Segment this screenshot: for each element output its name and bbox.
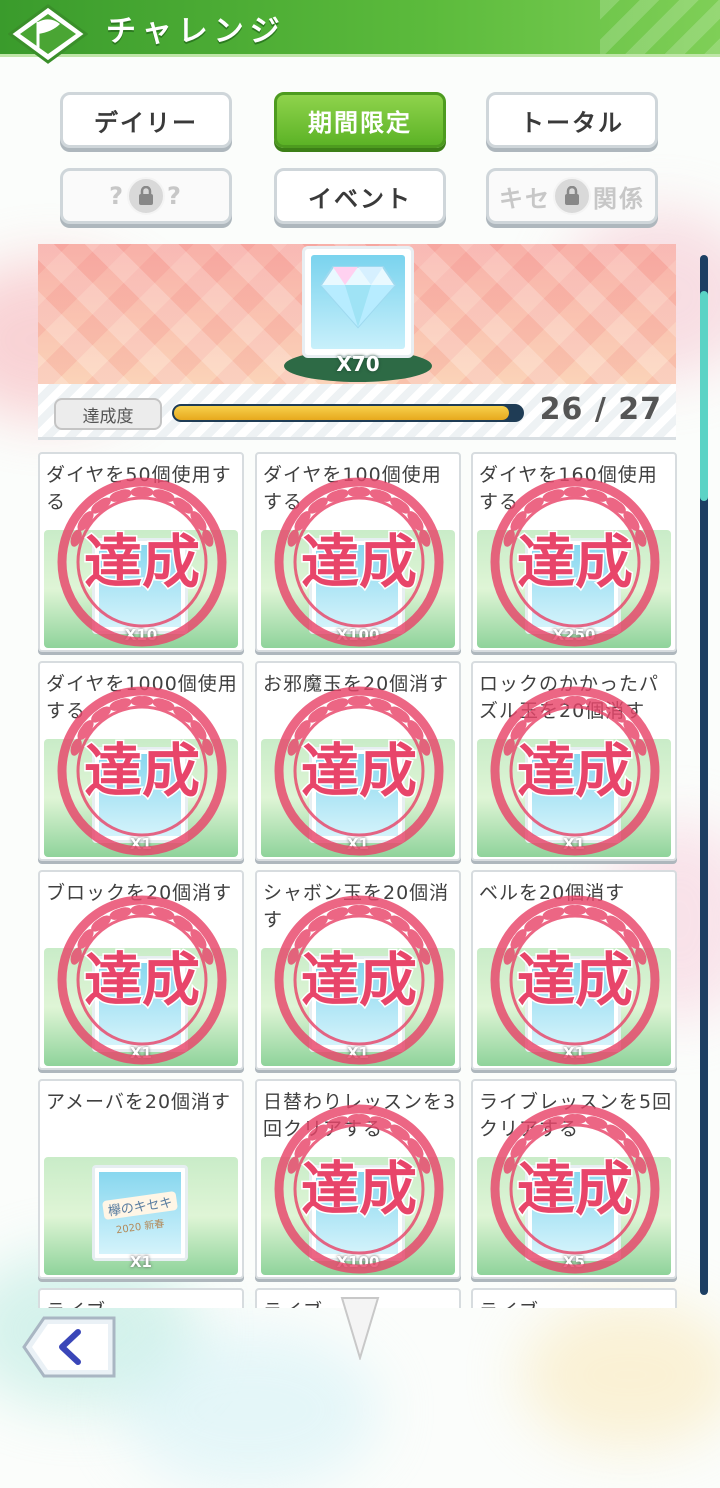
reward-quantity: X10 bbox=[124, 626, 158, 644]
reward-item-bg bbox=[532, 545, 614, 627]
ticket-icon bbox=[525, 956, 621, 1052]
mission-card[interactable]: ライブ bbox=[471, 1288, 677, 1308]
mission-card[interactable]: シャボン玉を20個消す X1 達成 bbox=[255, 870, 461, 1070]
mission-title: ブロックを20個消す bbox=[46, 882, 233, 904]
tab-total[interactable]: トータル bbox=[486, 92, 658, 148]
tab-total-label: トータル bbox=[520, 108, 624, 137]
lock-icon bbox=[553, 177, 591, 215]
reward-item-bg bbox=[532, 754, 614, 836]
reward-quantity: X70 bbox=[336, 352, 380, 376]
flag-icon bbox=[8, 4, 88, 64]
mission-title: お邪魔玉を20個消す bbox=[263, 673, 450, 695]
mission-title: ライブ bbox=[46, 1298, 240, 1308]
tab-locked-1[interactable]: ? ? bbox=[60, 168, 232, 224]
mission-card[interactable]: ダイヤを1000個使用する X1 達成 bbox=[38, 661, 244, 861]
reward-quantity: X5 bbox=[562, 1253, 585, 1271]
diamond-icon bbox=[525, 538, 621, 634]
mission-card[interactable]: ライブレッスンを5回クリアする X5 達成 bbox=[471, 1079, 677, 1279]
progress-count: 26 / 27 bbox=[539, 392, 662, 427]
mission-title: ロックのかかったパズル玉を20個消す bbox=[479, 673, 660, 722]
tab-locked-2-left: キセ bbox=[499, 184, 551, 213]
reward-item-bg bbox=[316, 963, 398, 1045]
reward-item-bg bbox=[316, 1172, 398, 1254]
reward-quantity: X1 bbox=[562, 1044, 585, 1062]
reward-quantity: X1 bbox=[346, 1044, 369, 1062]
progress-label: 達成度 bbox=[54, 398, 162, 430]
reward-quantity: X100 bbox=[336, 1253, 380, 1271]
tab-locked-1-right: ? bbox=[167, 182, 183, 210]
page-title: チャレンジ bbox=[106, 14, 286, 49]
ticket-icon bbox=[309, 747, 405, 843]
reward-quantity: X1 bbox=[129, 835, 152, 853]
mission-title: ダイヤを160個使用する bbox=[479, 464, 658, 513]
ticket-icon bbox=[92, 747, 188, 843]
mission-card[interactable]: アメーバを20個消す欅のキセキ 2020 新春 X1 bbox=[38, 1079, 244, 1279]
crystal-icon bbox=[309, 1165, 405, 1261]
reward-item-bg bbox=[99, 963, 181, 1045]
reward-quantity: X250 bbox=[552, 626, 596, 644]
reward-item-bg bbox=[316, 545, 398, 627]
progress-row: 達成度 26 / 27 bbox=[38, 384, 676, 440]
ticket-icon: 欅のキセキ 2020 新春 bbox=[92, 1165, 188, 1261]
reward-quantity: X100 bbox=[336, 626, 380, 644]
mission-title: ライブレッスンを5回クリアする bbox=[479, 1091, 673, 1140]
mission-card[interactable]: ダイヤを100個使用する X100 達成 bbox=[255, 452, 461, 652]
reward-quantity: X1 bbox=[562, 835, 585, 853]
mission-card[interactable]: ベルを20個消す X1 達成 bbox=[471, 870, 677, 1070]
reward-item-bg bbox=[99, 754, 181, 836]
progress-bar bbox=[172, 404, 524, 422]
tab-locked-2[interactable]: キセ 関係 bbox=[486, 168, 658, 224]
reward-quantity: X1 bbox=[129, 1044, 152, 1062]
reward-item-bg bbox=[532, 1172, 614, 1254]
mission-title: シャボン玉を20個消す bbox=[263, 882, 450, 931]
ticket-icon bbox=[92, 956, 188, 1052]
reward-quantity: X1 bbox=[129, 1253, 152, 1271]
ticket-icon bbox=[525, 747, 621, 843]
diamond-icon bbox=[92, 538, 188, 634]
reward-item-bg bbox=[316, 754, 398, 836]
tab-event[interactable]: イベント bbox=[274, 168, 446, 224]
tab-daily[interactable]: デイリー bbox=[60, 92, 232, 148]
scrollbar[interactable] bbox=[700, 255, 708, 1295]
mission-title: ダイヤを1000個使用する bbox=[46, 673, 238, 722]
mission-title: ベルを20個消す bbox=[479, 882, 626, 904]
header-stripes bbox=[600, 0, 720, 54]
lock-icon bbox=[127, 177, 165, 215]
progress-fill bbox=[174, 406, 510, 420]
reward-item[interactable] bbox=[302, 246, 414, 358]
mission-card[interactable]: ライブ bbox=[38, 1288, 244, 1308]
mission-title: アメーバを20個消す bbox=[46, 1091, 232, 1113]
diamond-icon bbox=[319, 266, 397, 329]
ticket-icon bbox=[309, 956, 405, 1052]
diamond-icon bbox=[309, 538, 405, 634]
tab-locked-1-left: ? bbox=[109, 182, 125, 210]
tab-limited[interactable]: 期間限定 bbox=[274, 92, 446, 148]
mission-card[interactable]: ロックのかかったパズル玉を20個消す X1 達成 bbox=[471, 661, 677, 861]
mission-title: 日替わりレッスンを3回クリアする bbox=[263, 1091, 457, 1140]
header-bar: チャレンジ bbox=[0, 0, 720, 57]
mission-title: ライブ bbox=[479, 1298, 673, 1308]
tab-locked-2-right: 関係 bbox=[593, 184, 645, 213]
tab-limited-label: 期間限定 bbox=[308, 108, 412, 137]
tab-event-label: イベント bbox=[308, 184, 412, 213]
mission-card[interactable]: ダイヤを160個使用する X250 達成 bbox=[471, 452, 677, 652]
shield-icon bbox=[525, 1165, 621, 1261]
mission-grid: ダイヤを50個使用する X10 達成 ダイヤを100個使用する X100 達成 ダイヤを16… bbox=[38, 452, 678, 1308]
mission-card[interactable]: お邪魔玉を20個消す X1 達成 bbox=[255, 661, 461, 861]
chevron-down-icon[interactable] bbox=[338, 1296, 382, 1360]
reward-item-bg bbox=[532, 963, 614, 1045]
mission-card[interactable]: ダイヤを50個使用する X10 達成 bbox=[38, 452, 244, 652]
mission-card[interactable]: 日替わりレッスンを3回クリアする X100 達成 bbox=[255, 1079, 461, 1279]
tab-daily-label: デイリー bbox=[94, 108, 198, 137]
reward-item-bg bbox=[99, 545, 181, 627]
back-button[interactable] bbox=[22, 1314, 118, 1380]
mission-title: ダイヤを50個使用する bbox=[46, 464, 232, 513]
mission-card[interactable]: ブロックを20個消す X1 達成 bbox=[38, 870, 244, 1070]
scrollbar-thumb[interactable] bbox=[700, 291, 708, 501]
mission-title: ダイヤを100個使用する bbox=[263, 464, 442, 513]
reward-quantity: X1 bbox=[346, 835, 369, 853]
